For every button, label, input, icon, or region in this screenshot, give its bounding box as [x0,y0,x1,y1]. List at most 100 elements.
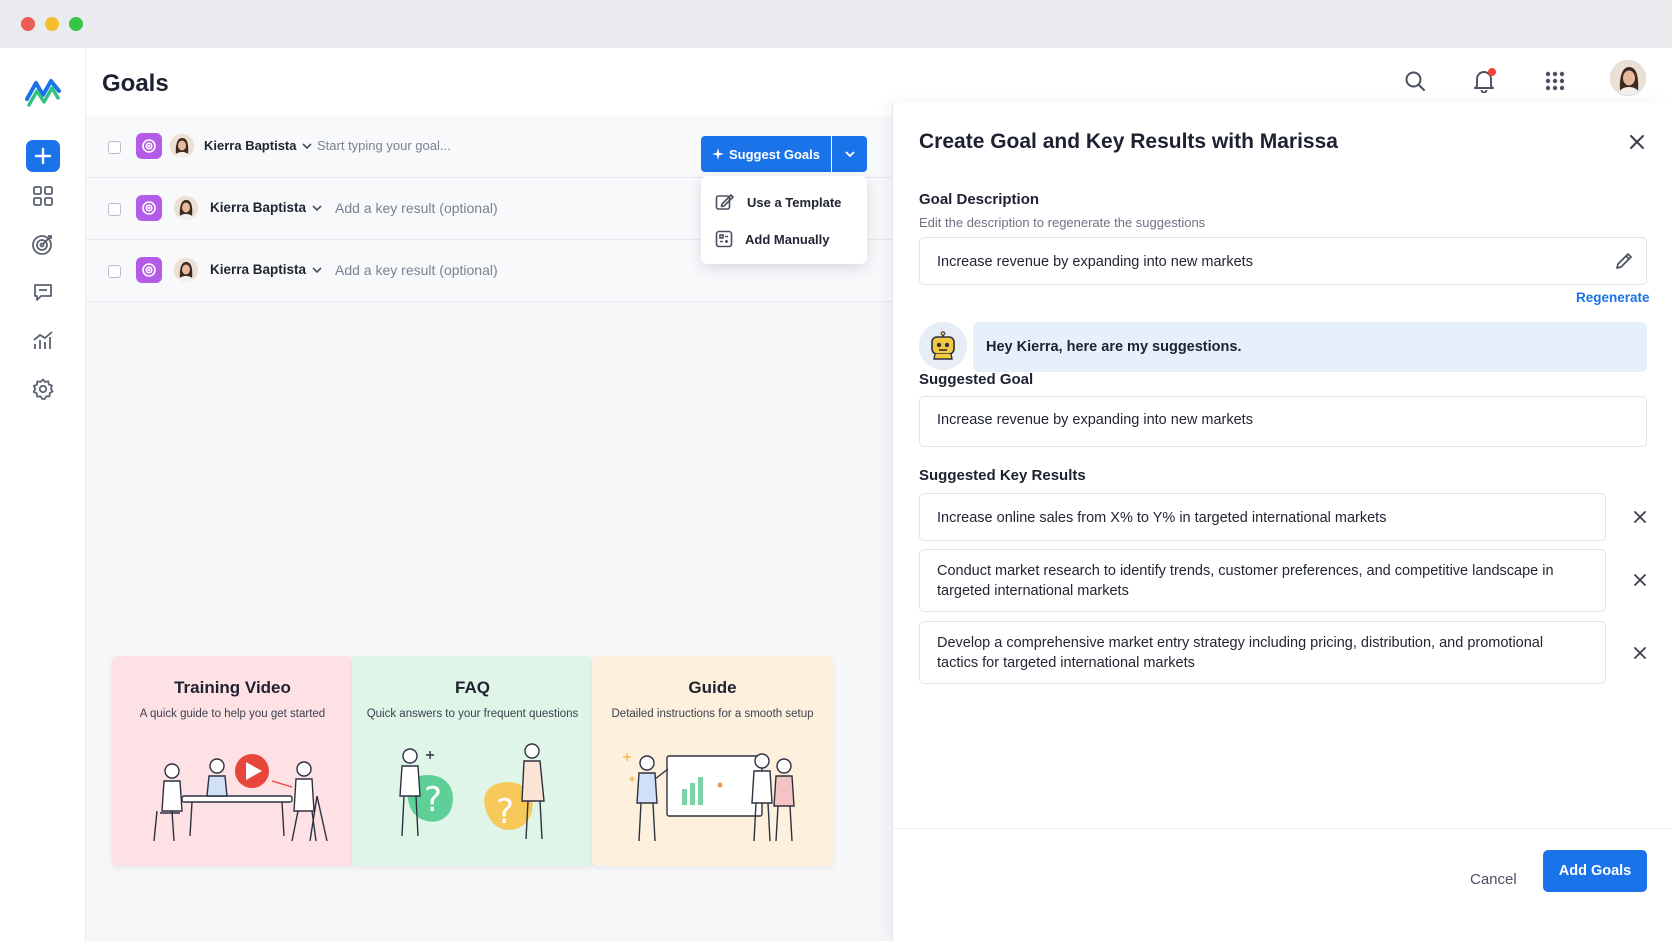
notifications-button[interactable] [1469,66,1499,96]
assistant-avatar [919,322,967,370]
menu-item-add-manually[interactable]: Add Manually [715,230,830,248]
owner-name: Kierra Baptista [210,200,307,215]
window-maximize-button[interactable] [69,17,83,31]
goal-checkbox[interactable] [108,265,121,278]
panel-footer: Cancel Add Goals [893,828,1672,941]
card-title: Guide [688,678,737,697]
assistant-message: Hey Kierra, here are my suggestions. [973,322,1647,372]
key-result-text: Increase online sales from X% to Y% in t… [937,510,1387,526]
guide-card[interactable]: Guide Detailed instructions for a smooth… [592,656,833,866]
goal-description-help: Edit the description to regenerate the s… [919,215,1206,230]
suggested-goal-field[interactable]: Increase revenue by expanding into new m… [919,396,1647,447]
faq-illustration: ? ? [399,743,545,840]
sidebar-item-settings[interactable] [29,375,57,403]
card-subtitle: Quick answers to your frequent questions [366,708,579,720]
window-minimize-button[interactable] [45,17,59,31]
goal-input[interactable]: Start typing your goal... [317,138,451,153]
training-video-card[interactable]: Training Video A quick guide to help you… [112,656,353,866]
user-avatar-icon [174,258,198,282]
user-avatar-icon [1611,61,1645,95]
menu-item-label: Use a Template [747,194,842,210]
close-icon [1634,511,1646,523]
goal-description-value: Increase revenue by expanding into new m… [937,254,1253,270]
owner-name: Kierra Baptista [210,262,307,277]
manual-icon [715,230,733,248]
window-titlebar [0,0,1672,48]
plus-icon [34,147,52,165]
goal-checkbox[interactable] [108,141,121,154]
search-button[interactable] [1400,66,1430,96]
cancel-button[interactable]: Cancel [1470,871,1517,888]
suggested-goal-label: Suggested Goal [919,371,1034,388]
remove-key-result-button[interactable] [1631,644,1649,662]
sidebar-item-goals[interactable] [29,230,57,258]
target-icon [142,201,156,215]
key-result-input[interactable]: Add a key result (optional) [335,262,498,278]
goal-description-field[interactable]: Increase revenue by expanding into new m… [919,237,1647,285]
owner-selector[interactable]: Kierra Baptista [210,200,322,215]
target-icon [142,139,156,153]
owner-avatar [170,134,194,158]
page-title: Goals [102,70,169,97]
owner-selector[interactable]: Kierra Baptista [204,138,313,153]
goal-checkbox[interactable] [108,203,121,216]
goal-type-icon[interactable] [136,257,162,283]
grid-icon [33,186,53,206]
owner-avatar [174,196,198,220]
window-close-button[interactable] [21,17,35,31]
goal-row: Kierra Baptista Start typing your goal..… [86,116,892,178]
suggest-goals-button[interactable]: Suggest Goals [701,136,831,172]
menu-item-use-template[interactable]: Use a Template [715,193,841,211]
faq-card[interactable]: FAQ Quick answers to your frequent quest… [352,656,593,866]
key-result-field[interactable]: Increase online sales from X% to Y% in t… [919,493,1606,541]
remove-key-result-button[interactable] [1631,571,1649,589]
sidebar-item-messages[interactable] [29,278,57,306]
suggested-key-results-label: Suggested Key Results [919,467,1086,484]
remove-key-result-button[interactable] [1631,508,1649,526]
template-icon [715,194,734,210]
close-icon [1634,574,1646,586]
key-result-field[interactable]: Develop a comprehensive market entry str… [919,621,1606,684]
key-result-input[interactable]: Add a key result (optional) [335,200,498,216]
menu-item-label: Add Manually [745,231,830,247]
chevron-down-icon [844,151,855,157]
gear-icon [32,378,54,400]
suggested-goal-value: Increase revenue by expanding into new m… [937,412,1253,428]
sparkle-icon [711,148,724,160]
close-panel-button[interactable] [1626,131,1648,153]
card-title: FAQ [455,678,490,697]
sidebar-item-dashboard[interactable] [29,182,57,210]
suggest-goals-menu-toggle[interactable] [832,136,867,172]
svg-text:?: ? [424,780,442,820]
goal-description-label: Goal Description [919,191,1040,208]
owner-name: Kierra Baptista [204,138,297,153]
card-title: Training Video [174,678,291,697]
notification-badge [1488,68,1496,76]
suggest-goals-label: Suggest Goals [728,146,821,162]
close-icon [1634,647,1646,659]
chevron-down-icon [312,204,322,211]
goal-type-icon[interactable] [136,133,162,159]
target-icon [32,235,52,255]
add-goals-button[interactable]: Add Goals [1543,850,1647,892]
regenerate-link[interactable]: Regenerate [1576,290,1650,305]
suggest-goals-menu: Use a Template Add Manually [701,176,867,264]
owner-selector[interactable]: Kierra Baptista [210,262,322,277]
chat-icon [34,284,52,301]
apps-button[interactable] [1540,66,1570,96]
search-icon [1405,71,1425,91]
create-button[interactable] [26,140,60,172]
sidebar-item-analytics[interactable] [29,327,57,355]
goal-type-icon[interactable] [136,195,162,221]
pencil-icon[interactable] [1614,251,1634,271]
key-result-field[interactable]: Conduct market research to identify tren… [919,549,1606,612]
chevron-down-icon [302,142,313,149]
user-avatar[interactable] [1610,60,1646,96]
panel-title: Create Goal and Key Results with Marissa [919,130,1338,153]
create-goal-panel: Create Goal and Key Results with Marissa… [892,103,1672,941]
presentation-illustration [623,753,795,842]
wave-logo-icon[interactable] [24,73,62,109]
card-subtitle: A quick guide to help you get started [139,708,326,720]
robot-icon [931,331,955,360]
chart-icon [33,331,53,349]
